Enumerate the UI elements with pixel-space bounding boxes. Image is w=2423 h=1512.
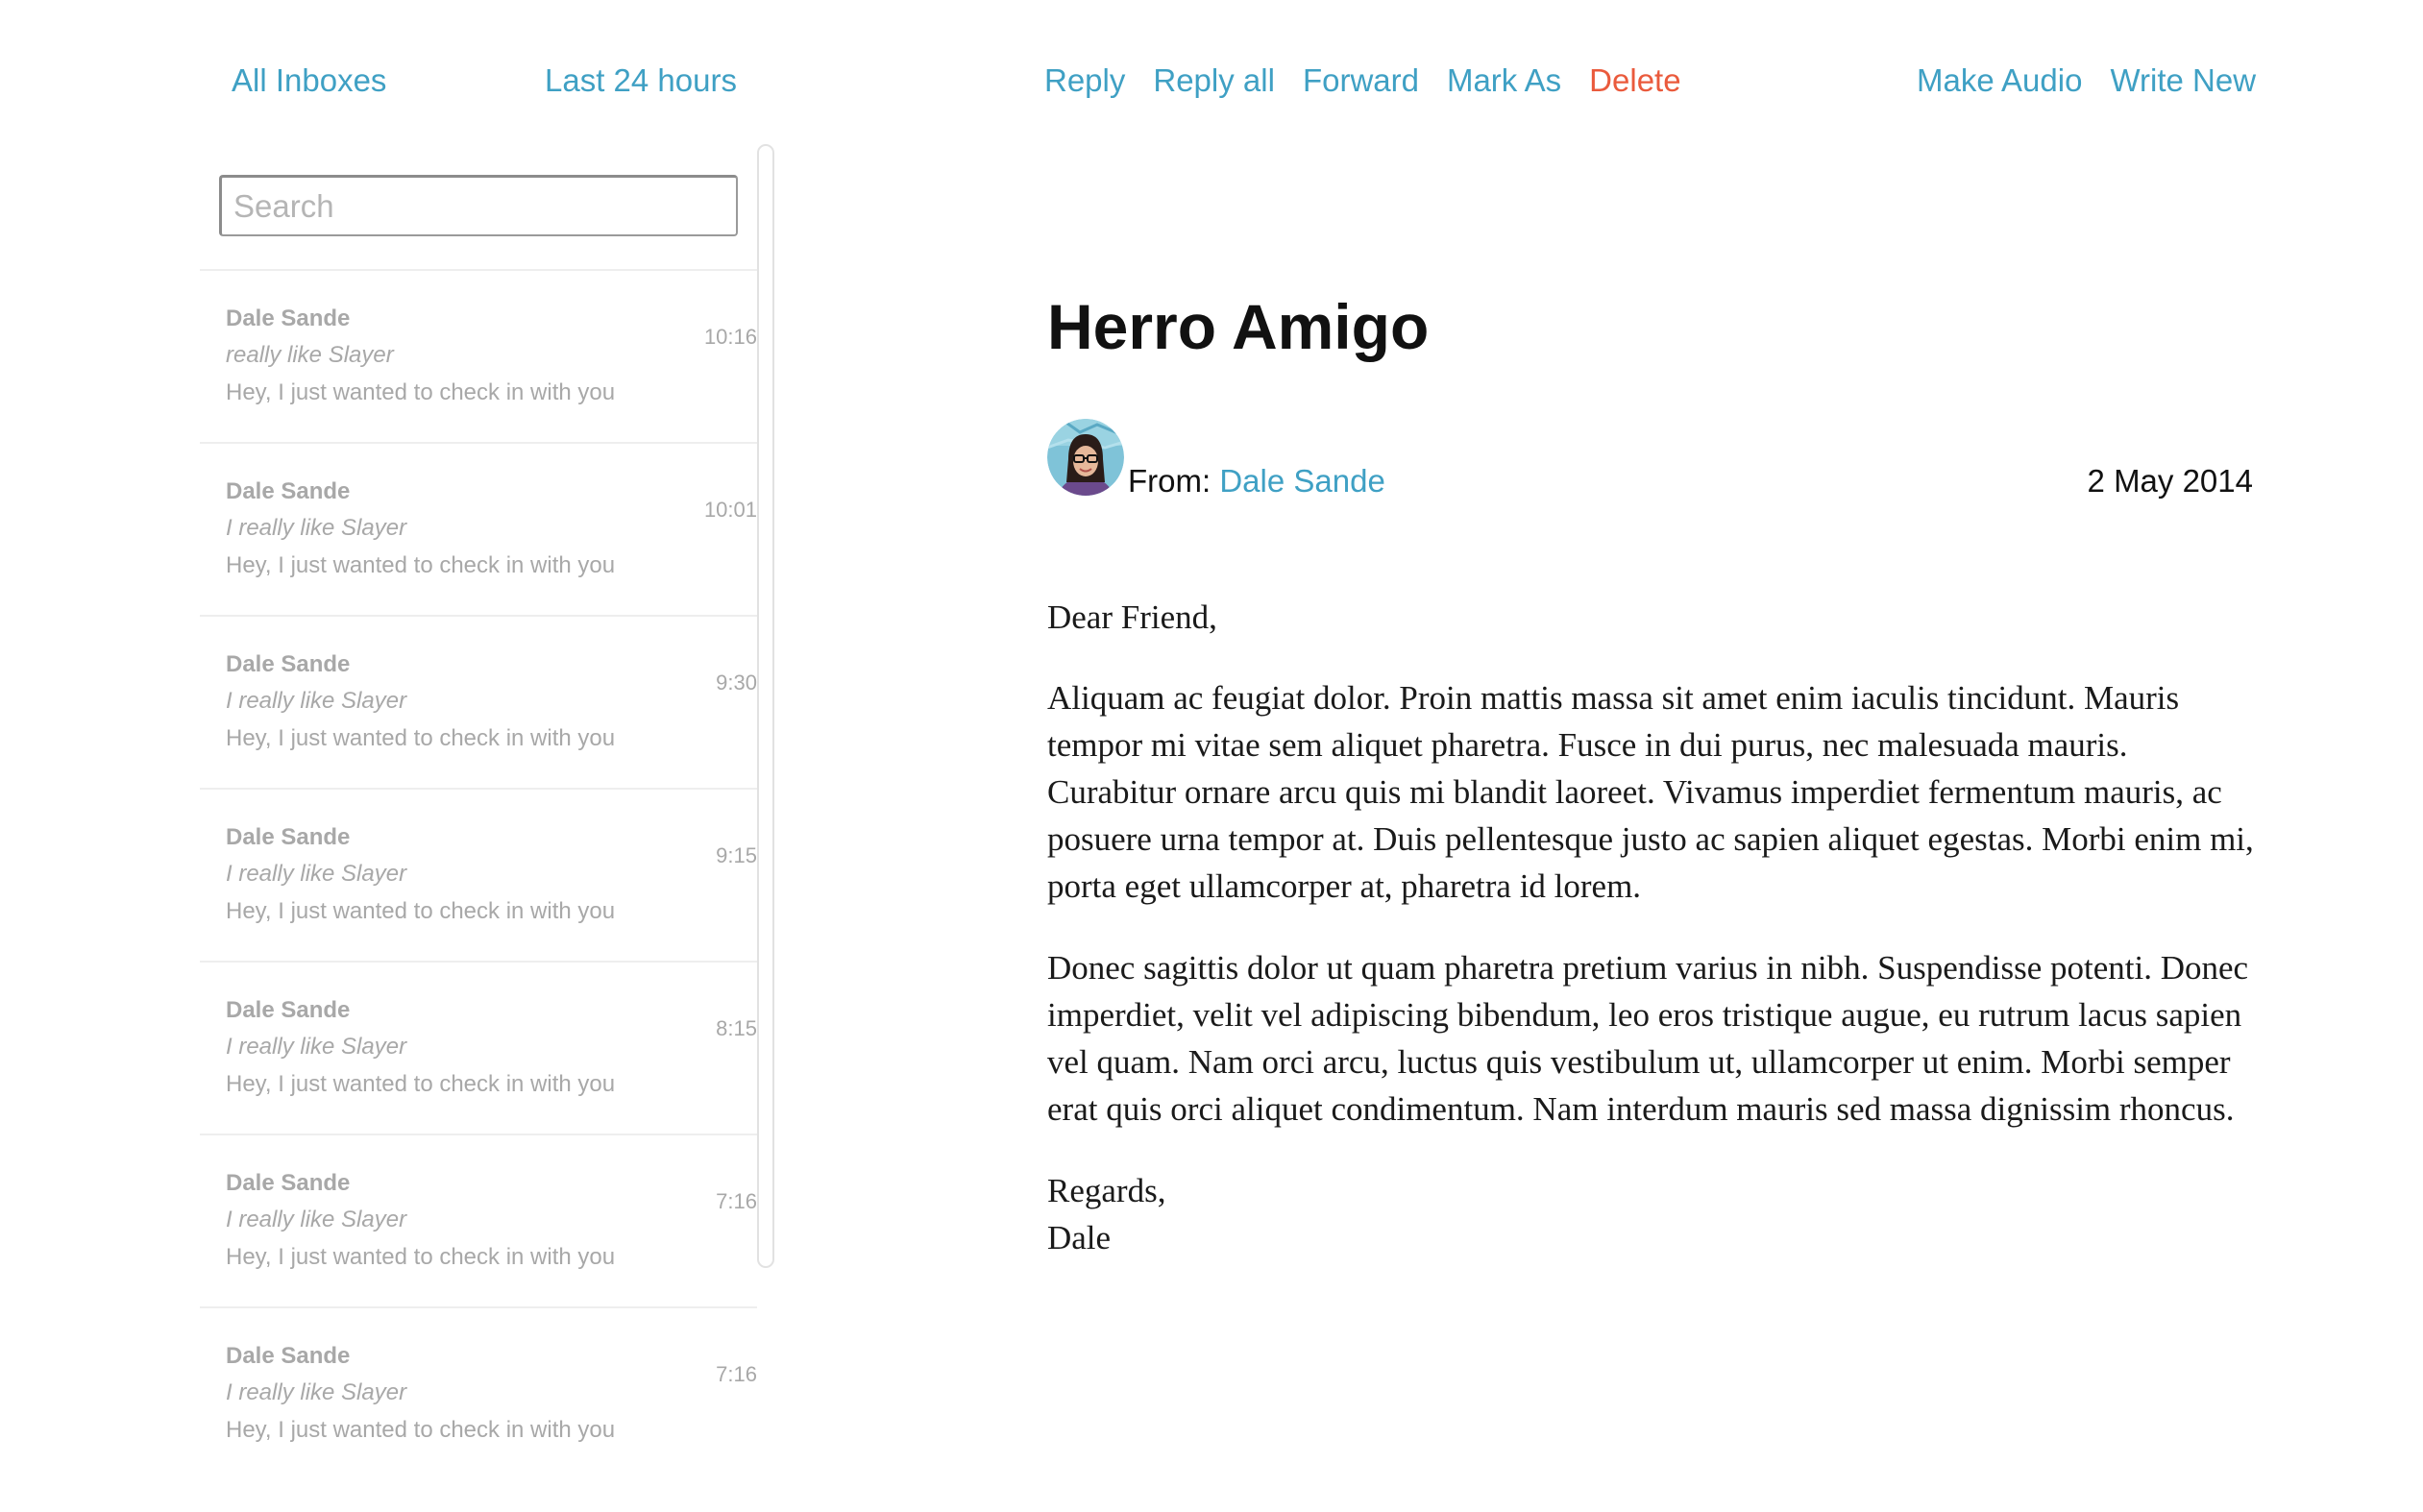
message-signature: Dale: [1047, 1219, 1112, 1256]
message-time: 10:16: [703, 325, 757, 349]
message-subject: I really like Slayer: [226, 1379, 407, 1405]
message-subject: I really like Slayer: [226, 1034, 407, 1060]
message-title: Herro Amigo: [1047, 291, 1430, 362]
message-list: Dale Sande really like Slayer Hey, I jus…: [200, 269, 757, 1479]
make-audio-button[interactable]: Make Audio: [1917, 61, 2082, 100]
search-input[interactable]: [219, 175, 738, 236]
mailbox-nav: All Inboxes Last 24 hours: [232, 61, 737, 100]
message-date: 2 May 2014: [2087, 463, 2253, 499]
message-snippet: Hey, I just wanted to check in with you: [226, 552, 616, 578]
message-time: 7:16: [716, 1189, 757, 1213]
last-24-hours-filter[interactable]: Last 24 hours: [545, 61, 737, 100]
message-sender: Dale Sande: [226, 1343, 351, 1369]
message-sender: Dale Sande: [226, 305, 351, 331]
message-snippet: Hey, I just wanted to check in with you: [226, 1417, 616, 1443]
reading-pane: Herro Amigo From: Dale Sande 2 May 2014 …: [1047, 288, 2258, 1261]
message-snippet: Hey, I just wanted to check in with you: [226, 1071, 616, 1097]
message-time: 10:01: [703, 498, 757, 522]
message-time: 7:16: [716, 1362, 757, 1386]
message-list-sidebar: Dale Sande really like Slayer Hey, I jus…: [200, 144, 757, 1512]
write-new-button[interactable]: Write New: [2110, 61, 2256, 100]
message-list-item[interactable]: Dale Sande I really like Slayer Hey, I j…: [200, 442, 757, 615]
message-snippet: Hey, I just wanted to check in with you: [226, 1244, 616, 1270]
message-subject: really like Slayer: [226, 342, 394, 368]
message-greeting: Dear Friend,: [1047, 598, 1217, 636]
message-actions-toolbar: Reply Reply all Forward Mark As Delete: [1044, 61, 1681, 100]
message-subject: I really like Slayer: [226, 515, 407, 541]
delete-button[interactable]: Delete: [1589, 61, 1680, 100]
message-subject: I really like Slayer: [226, 861, 407, 887]
message-list-item[interactable]: Dale Sande I really like Slayer Hey, I j…: [200, 615, 757, 788]
message-paragraph: Donec sagittis dolor ut quam pharetra pr…: [1047, 949, 2249, 1128]
message-snippet: Hey, I just wanted to check in with you: [226, 379, 616, 405]
sender-line: From: Dale Sande: [1128, 463, 1385, 500]
forward-button[interactable]: Forward: [1303, 61, 1419, 100]
message-sender: Dale Sande: [226, 478, 351, 504]
message-sender: Dale Sande: [226, 1170, 351, 1196]
message-body: Dear Friend, Aliquam ac feugiat dolor. P…: [1047, 594, 2258, 1261]
message-paragraph: Aliquam ac feugiat dolor. Proin mattis m…: [1047, 679, 2254, 905]
sender-name-link[interactable]: Dale Sande: [1219, 463, 1384, 499]
message-list-item[interactable]: Dale Sande really like Slayer Hey, I jus…: [200, 269, 757, 442]
all-inboxes-link[interactable]: All Inboxes: [232, 61, 386, 100]
message-list-item[interactable]: Dale Sande I really like Slayer Hey, I j…: [200, 1306, 757, 1479]
message-subject: I really like Slayer: [226, 688, 407, 714]
message-list-item[interactable]: Dale Sande I really like Slayer Hey, I j…: [200, 788, 757, 961]
message-snippet: Hey, I just wanted to check in with you: [226, 898, 616, 924]
message-meta: From: Dale Sande 2 May 2014: [1047, 419, 2258, 505]
message-list-scrollbar[interactable]: [757, 144, 774, 1268]
message-sender: Dale Sande: [226, 997, 351, 1023]
message-snippet: Hey, I just wanted to check in with you: [226, 725, 616, 751]
mark-as-button[interactable]: Mark As: [1447, 61, 1561, 100]
message-subject: I really like Slayer: [226, 1207, 407, 1232]
message-sender: Dale Sande: [226, 824, 351, 850]
message-time: 9:30: [716, 671, 757, 695]
reply-all-button[interactable]: Reply all: [1153, 61, 1275, 100]
avatar-photo-icon: [1047, 419, 1124, 496]
from-label: From:: [1128, 463, 1212, 499]
message-time: 9:15: [716, 843, 757, 867]
message-time: 8:15: [716, 1016, 757, 1040]
sender-avatar[interactable]: [1047, 419, 1124, 496]
message-list-item[interactable]: Dale Sande I really like Slayer Hey, I j…: [200, 961, 757, 1134]
message-signoff: Regards,: [1047, 1172, 1166, 1209]
reply-button[interactable]: Reply: [1044, 61, 1125, 100]
message-list-item[interactable]: Dale Sande I really like Slayer Hey, I j…: [200, 1134, 757, 1306]
compose-toolbar: Make Audio Write New: [1917, 61, 2256, 100]
message-sender: Dale Sande: [226, 651, 351, 677]
